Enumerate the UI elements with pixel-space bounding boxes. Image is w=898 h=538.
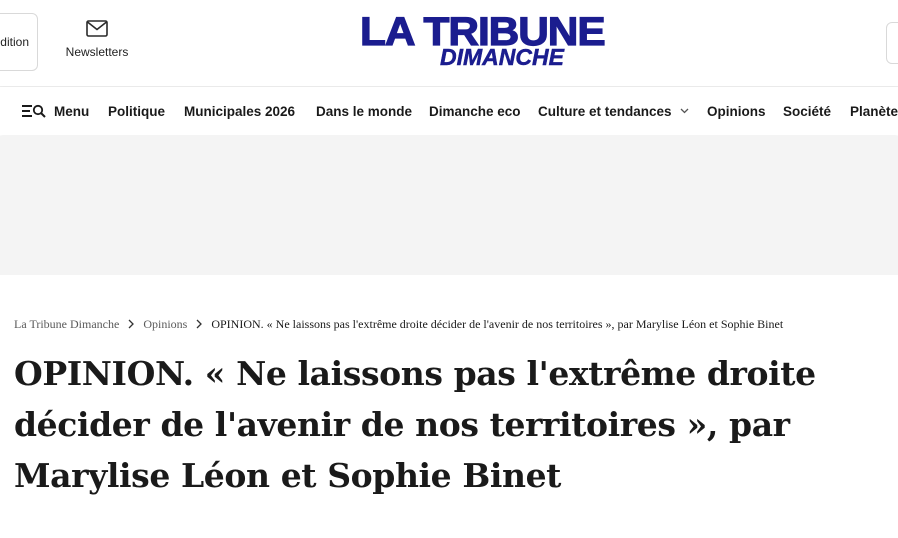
- nav-item-label: Opinions: [707, 103, 766, 119]
- nav-item-label: Dans le monde: [316, 103, 413, 119]
- nav-item-label: Politique: [108, 103, 165, 119]
- chevron-right-icon: [196, 319, 203, 329]
- nav-item-societe[interactable]: Société: [783, 87, 831, 135]
- chevron-down-icon: [680, 108, 689, 114]
- edition-button[interactable]: Edition: [0, 13, 38, 71]
- menu-search-icon: [22, 104, 46, 118]
- newsletters-label: Newsletters: [65, 45, 129, 59]
- mail-icon: [86, 20, 108, 37]
- newsletters-button[interactable]: Newsletters: [58, 20, 136, 59]
- breadcrumb-home-link[interactable]: La Tribune Dimanche: [14, 317, 119, 332]
- ad-banner: [0, 136, 898, 275]
- nav-item-planete[interactable]: Planète: [850, 87, 898, 135]
- nav-item-label: Dimanche eco: [429, 103, 521, 119]
- nav-item-label: Planète: [850, 103, 898, 119]
- breadcrumb-current: OPINION. « Ne laissons pas l'extrême dro…: [211, 316, 784, 331]
- account-button[interactable]: [886, 22, 898, 64]
- nav-item-dimanche-eco[interactable]: Dimanche eco: [429, 87, 521, 135]
- logo-line2: DIMANCHE: [440, 44, 564, 71]
- nav-item-politique[interactable]: Politique: [108, 87, 165, 135]
- nav-item-opinions[interactable]: Opinions: [707, 87, 766, 135]
- nav-item-culture-et-tendances[interactable]: Culture et tendances: [538, 87, 689, 135]
- nav-item-municipales-2026[interactable]: Municipales 2026: [184, 87, 295, 135]
- site-header: Edition Newsletters LA TRIBUNE DIMANCHE: [0, 0, 898, 87]
- breadcrumb-opinions-link[interactable]: Opinions: [143, 317, 187, 332]
- menu-button[interactable]: Menu: [22, 87, 89, 135]
- chevron-right-icon: [128, 319, 135, 329]
- nav-item-dans-le-monde[interactable]: Dans le monde: [316, 87, 412, 135]
- menu-label: Menu: [54, 103, 90, 119]
- nav-item-label: Municipales 2026: [184, 103, 296, 119]
- site-logo[interactable]: LA TRIBUNE DIMANCHE: [359, 11, 622, 72]
- nav-item-label: Société: [783, 103, 832, 119]
- edition-label: Edition: [0, 35, 29, 49]
- article-title: OPINION. « Ne laissons pas l'extrême dro…: [14, 354, 816, 495]
- main-nav: Menu Politique Municipales 2026 Dans le …: [0, 87, 898, 135]
- nav-item-label: Culture et tendances: [538, 103, 672, 119]
- breadcrumb: La Tribune Dimanche Opinions OPINION. « …: [14, 316, 783, 332]
